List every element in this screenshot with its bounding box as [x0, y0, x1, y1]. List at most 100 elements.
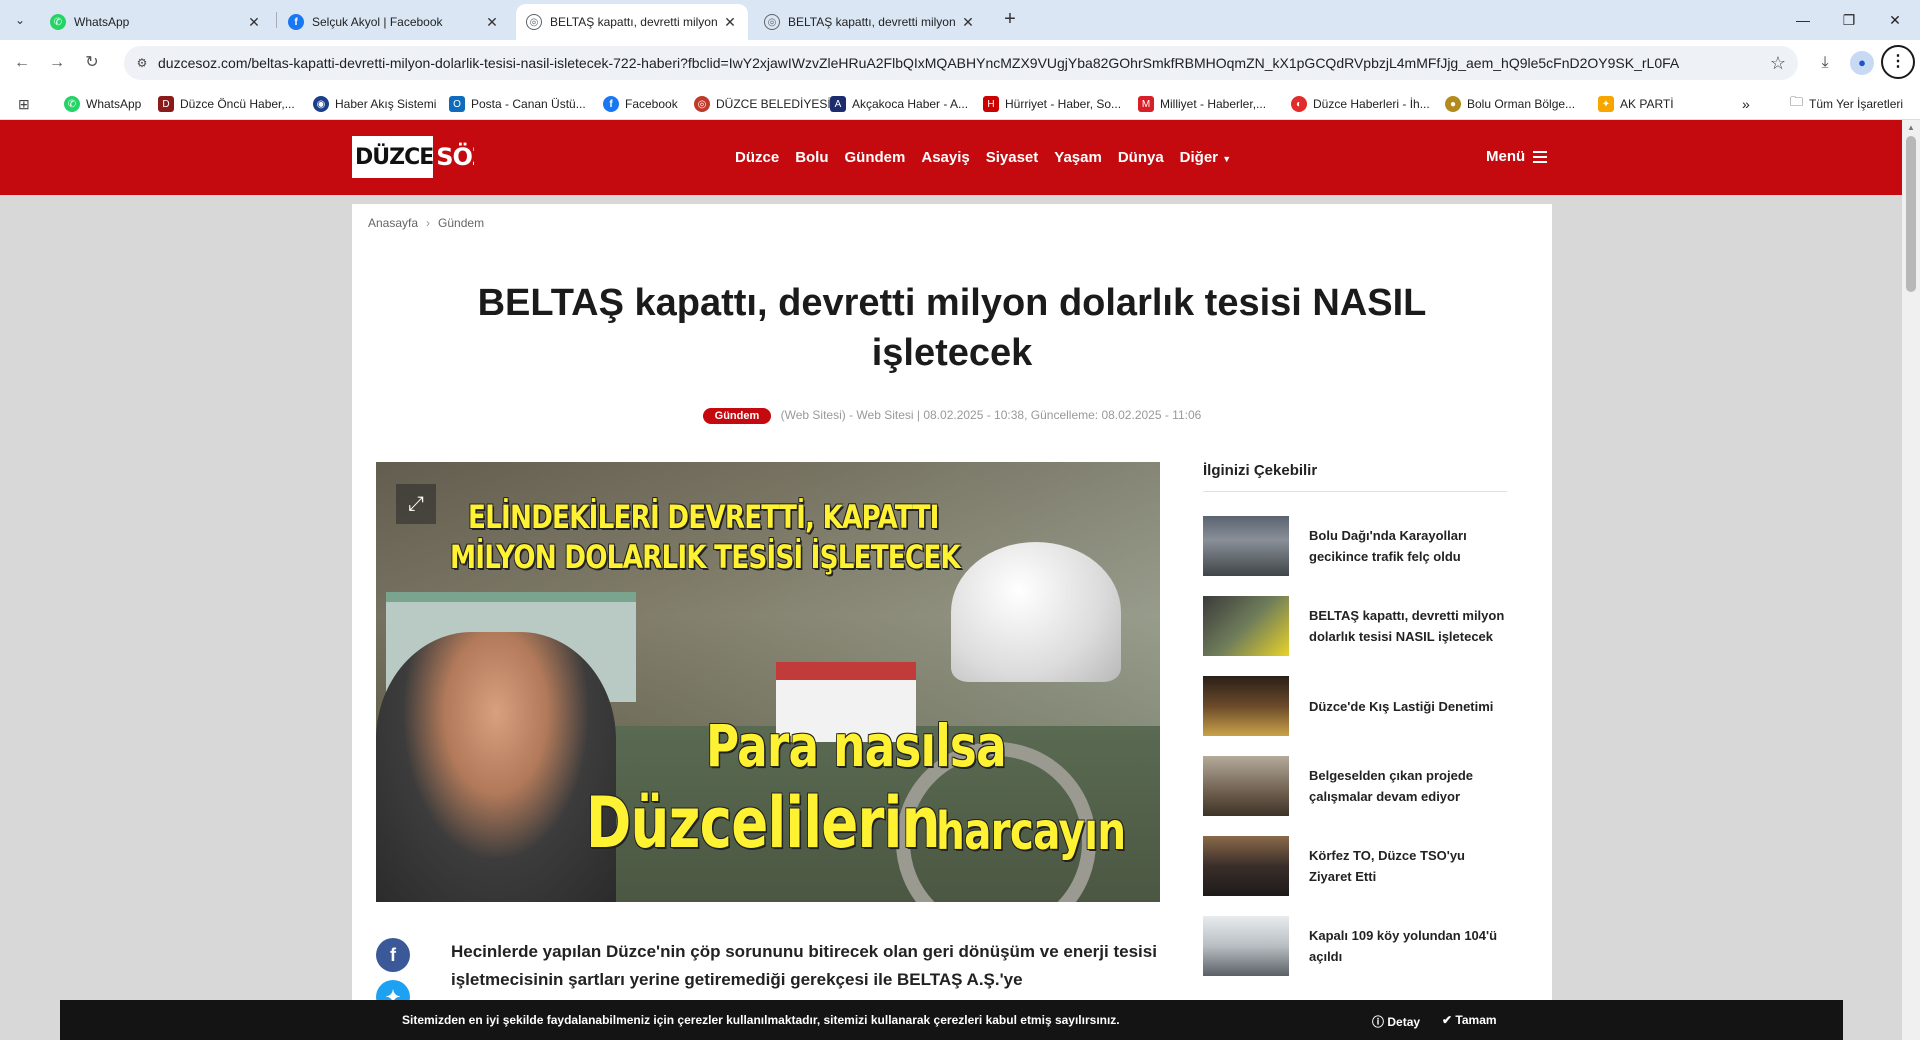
- facebook-share-icon[interactable]: f: [376, 938, 410, 972]
- site-info-icon[interactable]: ⚙: [134, 55, 150, 71]
- related-item[interactable]: Belgeselden çıkan projede çalışmalar dev…: [1203, 755, 1507, 817]
- hero-person: [376, 632, 616, 902]
- related-title[interactable]: Bolu Dağı'nda Karayolları gecikince traf…: [1309, 525, 1507, 567]
- related-title[interactable]: Körfez TO, Düzce TSO'yu Ziyaret Etti: [1309, 845, 1507, 887]
- related-title[interactable]: BELTAŞ kapattı, devretti milyon dolarlık…: [1309, 605, 1507, 647]
- tab-whatsapp[interactable]: ✆ WhatsApp ✕: [40, 4, 272, 40]
- minimize-button[interactable]: —: [1780, 0, 1826, 40]
- restore-button[interactable]: ❐: [1826, 0, 1872, 40]
- close-icon[interactable]: ✕: [246, 14, 262, 30]
- bookmark-label: Facebook: [625, 97, 678, 111]
- tab-search-dropdown-icon[interactable]: ⌄: [8, 8, 32, 32]
- tab-title: WhatsApp: [74, 15, 130, 29]
- info-icon: ⓘ: [1372, 1015, 1385, 1029]
- bookmark-haber-akis[interactable]: ◉ Haber Akış Sistemi: [313, 94, 436, 114]
- hurriyet-icon: H: [983, 96, 999, 112]
- duzce-oncu-icon: D: [158, 96, 174, 112]
- related-title[interactable]: Belgeselden çıkan projede çalışmalar dev…: [1309, 765, 1507, 807]
- bookmark-label: WhatsApp: [86, 97, 142, 111]
- tab-article-active[interactable]: ◎ BELTAŞ kapattı, devretti milyon ✕: [516, 4, 748, 40]
- download-icon[interactable]: ⤓: [1813, 51, 1837, 75]
- article-meta-text: (Web Sitesi) - Web Sitesi | 08.02.2025 -…: [780, 408, 1202, 422]
- article-lead: Hecinlerde yapılan Düzce'nin çöp sorunun…: [451, 942, 1157, 989]
- nav-item-bolu[interactable]: Bolu: [795, 149, 828, 166]
- close-icon[interactable]: ✕: [722, 14, 738, 30]
- bookmark-label: Haber Akış Sistemi: [335, 97, 437, 111]
- related-title[interactable]: Düzce'de Kış Lastiği Denetimi: [1309, 696, 1493, 717]
- tab-article[interactable]: ◎ BELTAŞ kapattı, devretti milyon ✕: [754, 4, 986, 40]
- profile-avatar[interactable]: ●: [1850, 51, 1874, 75]
- related-title[interactable]: Kapalı 109 köy yolundan 104'ü açıldı: [1309, 925, 1507, 967]
- related-item[interactable]: Düzce'de Kış Lastiği Denetimi: [1203, 675, 1507, 737]
- related-item[interactable]: Kapalı 109 köy yolundan 104'ü açıldı: [1203, 915, 1507, 977]
- back-button[interactable]: ←: [10, 51, 34, 75]
- tab-facebook[interactable]: f Selçuk Akyol | Facebook ✕: [278, 4, 510, 40]
- url-text[interactable]: duzcesoz.com/beltas-kapatti-devretti-mil…: [158, 55, 1758, 71]
- bookmark-label: Milliyet - Haberler,...: [1160, 97, 1267, 111]
- address-bar[interactable]: ⚙ duzcesoz.com/beltas-kapatti-devretti-m…: [124, 46, 1798, 80]
- close-icon[interactable]: ✕: [960, 14, 976, 30]
- related-item[interactable]: Bolu Dağı'nda Karayolları gecikince traf…: [1203, 515, 1507, 577]
- related-thumbnail[interactable]: [1203, 756, 1289, 816]
- new-tab-button[interactable]: +: [996, 8, 1024, 32]
- breadcrumb-current[interactable]: Gündem: [438, 216, 484, 230]
- cookie-accept-button[interactable]: ✔ Tamam: [1442, 1013, 1497, 1027]
- milliyet-icon: M: [1138, 96, 1154, 112]
- browser-menu-icon[interactable]: ⋮: [1881, 45, 1915, 79]
- expand-icon[interactable]: ⤢: [396, 484, 436, 524]
- scroll-thumb[interactable]: [1906, 136, 1916, 292]
- bookmark-whatsapp[interactable]: ✆ WhatsApp: [64, 94, 141, 114]
- bookmark-label: Akçakoca Haber - A...: [852, 97, 969, 111]
- site-logo[interactable]: DÜZCE SÖZ: [352, 136, 474, 178]
- related-item[interactable]: Körfez TO, Düzce TSO'yu Ziyaret Etti: [1203, 835, 1507, 897]
- bookmark-posta[interactable]: O Posta - Canan Üstü...: [449, 94, 586, 114]
- bookmark-duzce-belediyesi[interactable]: ◎ DÜZCE BELEDİYESİ: [694, 94, 831, 114]
- bookmark-milliyet[interactable]: M Milliyet - Haberler,...: [1138, 94, 1266, 114]
- scroll-up-icon[interactable]: ▲: [1906, 123, 1916, 133]
- related-thumbnail[interactable]: [1203, 516, 1289, 576]
- bookmark-facebook[interactable]: f Facebook: [603, 94, 678, 114]
- bookmark-akcakoca[interactable]: A Akçakoca Haber - A...: [830, 94, 968, 114]
- hero-image: ELİNDEKİLERİ DEVRETTİ, KAPATTI MİLYON DO…: [376, 462, 1160, 902]
- related-thumbnail[interactable]: [1203, 916, 1289, 976]
- bookmark-label: Düzce Öncü Haber,...: [180, 97, 295, 111]
- cookie-detail-button[interactable]: ⓘ Detay: [1372, 1013, 1420, 1030]
- menu-button[interactable]: Menü: [1486, 148, 1548, 165]
- chevron-right-icon: ›: [426, 216, 431, 230]
- tab-title: BELTAŞ kapattı, devretti milyon: [550, 15, 718, 29]
- bookmark-bolu-orman[interactable]: ● Bolu Orman Bölge...: [1445, 94, 1575, 114]
- more-bookmarks-icon[interactable]: »: [1742, 94, 1750, 114]
- nav-item-diger[interactable]: Diğer ▼: [1180, 149, 1231, 166]
- related-thumbnail[interactable]: [1203, 836, 1289, 896]
- close-icon[interactable]: ✕: [484, 14, 500, 30]
- related-thumbnail[interactable]: [1203, 596, 1289, 656]
- nav-item-siyaset[interactable]: Siyaset: [986, 149, 1039, 166]
- bookmark-duzce-haberleri[interactable]: ◐ Düzce Haberleri - İh...: [1291, 94, 1430, 114]
- hero-caption-5: harcayın: [936, 802, 1126, 862]
- nav-item-dunya[interactable]: Dünya: [1118, 149, 1164, 166]
- nav-item-gundem[interactable]: Gündem: [845, 149, 906, 166]
- breadcrumb-home[interactable]: Anasayfa: [368, 216, 418, 230]
- nav-item-asayis[interactable]: Asayiş: [921, 149, 969, 166]
- hamburger-icon: [1533, 150, 1548, 163]
- all-bookmarks-label: Tüm Yer İşaretleri: [1809, 97, 1904, 111]
- page-scrollbar[interactable]: ▲: [1902, 120, 1920, 1040]
- related-thumbnail[interactable]: [1203, 676, 1289, 736]
- main-navigation: Düzce Bolu Gündem Asayiş Siyaset Yaşam D…: [735, 120, 1247, 195]
- nav-item-duzce[interactable]: Düzce: [735, 149, 779, 166]
- close-window-button[interactable]: ✕: [1872, 0, 1918, 40]
- all-bookmarks-button[interactable]: 🗀 Tüm Yer İşaretleri: [1790, 94, 1903, 114]
- apps-grid-icon[interactable]: ⊞: [18, 94, 30, 114]
- bookmark-ak-parti[interactable]: ✦ AK PARTİ: [1598, 94, 1674, 114]
- category-badge[interactable]: Gündem: [702, 408, 772, 424]
- reload-button[interactable]: ↻: [80, 51, 104, 75]
- hero-caption-3: Para nasılsa: [706, 712, 1007, 780]
- related-item[interactable]: BELTAŞ kapattı, devretti milyon dolarlık…: [1203, 595, 1507, 657]
- nav-item-yasam[interactable]: Yaşam: [1054, 149, 1102, 166]
- bookmark-hurriyet[interactable]: H Hürriyet - Haber, So...: [983, 94, 1121, 114]
- cookie-detail-label: Detay: [1387, 1015, 1421, 1029]
- forward-button[interactable]: →: [45, 51, 69, 75]
- article-container: Anasayfa › Gündem BELTAŞ kapattı, devret…: [352, 204, 1552, 1040]
- bookmark-star-icon[interactable]: ☆: [1770, 53, 1786, 74]
- bookmark-duzce-oncu[interactable]: D Düzce Öncü Haber,...: [158, 94, 295, 114]
